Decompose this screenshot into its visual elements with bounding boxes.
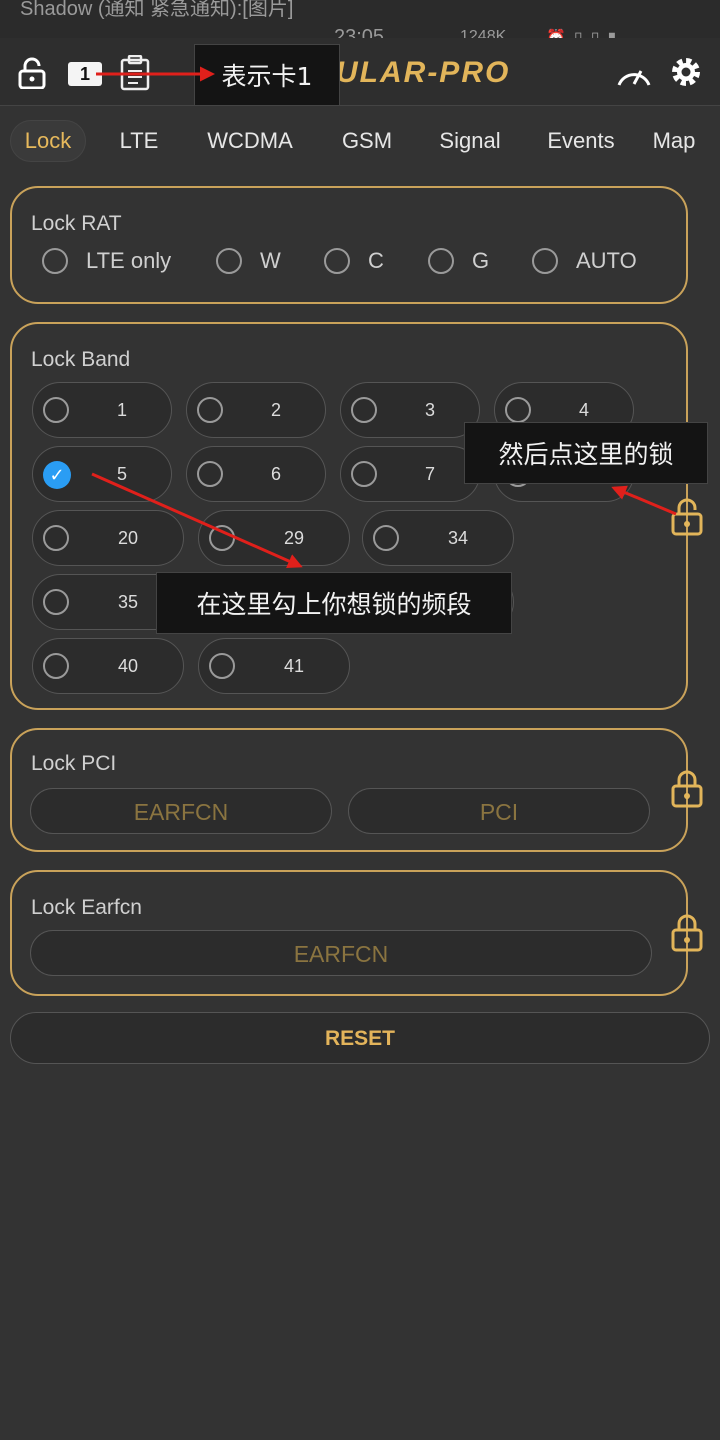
radio-icon [209, 653, 235, 679]
clock: 23:05 [334, 26, 385, 38]
band-label: 40 [117, 655, 139, 676]
lock-pci-card: Lock PCI EARFCN PCI [10, 728, 688, 852]
rat-option-g[interactable]: G [428, 248, 489, 274]
band-option-34[interactable]: 34 [362, 510, 514, 566]
band-option-5[interactable]: ✓ 5 [32, 446, 172, 502]
band-label: 34 [447, 527, 469, 548]
tab-wcdma[interactable]: WCDMA [196, 120, 304, 162]
annotation-check-band: 在这里勾上你想锁的频段 [156, 572, 512, 634]
sim-card-icon[interactable]: 1 [68, 62, 102, 86]
rat-option-auto[interactable]: AUTO [532, 248, 637, 274]
status-bar: Shadow (通知 紧急通知):[图片] 23:05 1248K ⏰▯▯▮ [0, 0, 720, 38]
rat-label: C [368, 248, 384, 273]
radio-icon [43, 397, 69, 423]
radio-icon [505, 397, 531, 423]
lock-rat-title: Lock RAT [31, 212, 122, 235]
rat-label: W [260, 248, 281, 273]
rat-label: LTE only [86, 248, 172, 273]
band-label: 5 [116, 463, 127, 484]
speedometer-icon[interactable] [614, 58, 654, 88]
lock-rat-card: Lock RAT LTE only W C G AUTO [10, 186, 688, 304]
radio-icon [351, 461, 377, 487]
lock-earfcn-card: Lock Earfcn EARFCN [10, 870, 688, 996]
band-option-40[interactable]: 40 [32, 638, 184, 694]
radio-icon [43, 589, 69, 615]
notification-text: Shadow (通知 紧急通知):[图片] [20, 0, 294, 20]
rat-label: AUTO [576, 248, 637, 273]
band-label: 41 [283, 655, 305, 676]
earfcn-input[interactable]: EARFCN [30, 930, 652, 976]
lock-band-button[interactable] [668, 496, 706, 538]
rat-option-c[interactable]: C [324, 248, 384, 274]
rat-option-lte-only[interactable]: LTE only [42, 248, 171, 274]
radio-icon [324, 248, 350, 274]
radio-icon [42, 248, 68, 274]
lock-pci-button[interactable] [668, 768, 706, 810]
tab-map[interactable]: Map [644, 120, 704, 162]
lock-earfcn-title: Lock Earfcn [31, 896, 142, 919]
band-label: 1 [116, 399, 127, 420]
band-option-3[interactable]: 3 [340, 382, 480, 438]
annotation-lock-here: 然后点这里的锁 [464, 422, 708, 484]
band-label: 29 [283, 527, 305, 548]
lock-earfcn-button[interactable] [668, 912, 706, 954]
radio-icon [532, 248, 558, 274]
pci-input[interactable]: PCI [348, 788, 650, 834]
radio-icon [216, 248, 242, 274]
tab-lte[interactable]: LTE [110, 120, 168, 162]
tab-gsm[interactable]: GSM [330, 120, 404, 162]
tab-lock[interactable]: Lock [10, 120, 86, 162]
band-label: 4 [578, 399, 589, 420]
band-option-20[interactable]: 20 [32, 510, 184, 566]
radio-icon [197, 461, 223, 487]
radio-icon [209, 525, 235, 551]
radio-icon [428, 248, 454, 274]
radio-icon [373, 525, 399, 551]
app-logo: ULAR-PRO [336, 56, 511, 89]
band-option-7[interactable]: 7 [340, 446, 480, 502]
clipboard-icon[interactable] [118, 54, 152, 92]
band-label: 2 [270, 399, 281, 420]
rat-label: G [472, 248, 490, 273]
lock-pci-title: Lock PCI [31, 752, 117, 775]
radio-icon [43, 525, 69, 551]
rat-option-w[interactable]: W [216, 248, 281, 274]
reset-button[interactable]: RESET [10, 1012, 710, 1064]
band-option-6[interactable]: 6 [186, 446, 326, 502]
band-option-41[interactable]: 41 [198, 638, 350, 694]
pci-earfcn-input[interactable]: EARFCN [30, 788, 332, 834]
top-toolbar: 1 ULAR-PRO [0, 38, 720, 106]
lock-open-icon[interactable] [16, 56, 48, 90]
network-rate: 1248K [460, 28, 507, 38]
band-option-2[interactable]: 2 [186, 382, 326, 438]
radio-icon [197, 397, 223, 423]
band-label: 3 [424, 399, 435, 420]
tab-bar: Lock LTE WCDMA GSM Signal Events Map [0, 106, 720, 172]
band-option-1[interactable]: 1 [32, 382, 172, 438]
radio-icon [43, 653, 69, 679]
checkmark-icon: ✓ [43, 461, 71, 489]
band-label: 20 [117, 527, 139, 548]
tab-events[interactable]: Events [536, 120, 626, 162]
gear-icon[interactable] [668, 54, 704, 90]
lock-band-card: Lock Band 1234✓56782029343538394041 [10, 322, 688, 710]
radio-icon [351, 397, 377, 423]
band-option-29[interactable]: 29 [198, 510, 350, 566]
annotation-card1: 表示卡1 [194, 44, 340, 106]
tab-signal[interactable]: Signal [430, 120, 510, 162]
status-icons: ⏰▯▯▮ [546, 28, 624, 38]
band-label: 6 [270, 463, 281, 484]
lock-band-title: Lock Band [31, 348, 131, 371]
